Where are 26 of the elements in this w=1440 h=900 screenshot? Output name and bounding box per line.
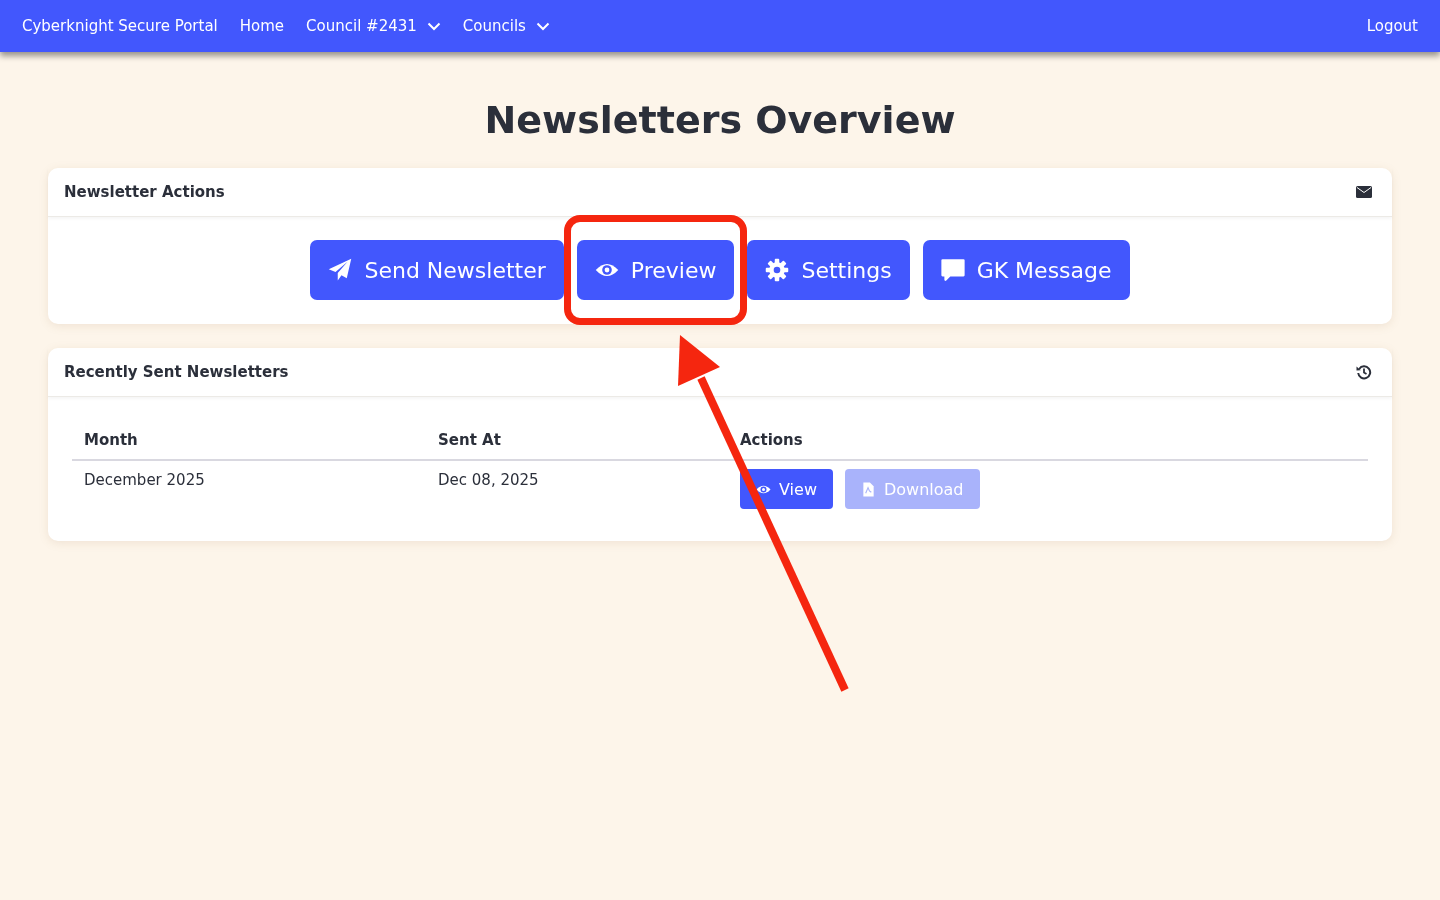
logout-link[interactable]: Logout: [1366, 17, 1418, 35]
action-button[interactable]: Send Newsletter: [310, 240, 564, 300]
table-cell: December 2025: [84, 471, 205, 489]
brand-link[interactable]: Cyberknight Secure Portal: [22, 17, 218, 35]
action-button[interactable]: GK Message: [922, 240, 1130, 300]
pdf-file-icon: [860, 481, 876, 497]
table-cell: Dec 08, 2025: [438, 471, 539, 489]
column-header: Month: [72, 421, 426, 460]
speech-bubble-icon: [940, 258, 965, 282]
row-action-button[interactable]: View: [740, 469, 833, 509]
nav-dropdown[interactable]: Council #2431: [306, 17, 441, 35]
gear-icon: [765, 258, 790, 282]
card-title: Newsletter Actions: [64, 183, 225, 201]
column-header: Actions: [740, 421, 1368, 460]
envelope-icon: [1356, 186, 1372, 198]
history-icon: [1356, 364, 1372, 380]
nav-link[interactable]: Home: [239, 17, 285, 35]
action-button[interactable]: Settings: [747, 240, 910, 300]
card-title: Recently Sent Newsletters: [64, 363, 289, 381]
action-button[interactable]: Preview: [576, 240, 735, 300]
column-header: Sent At: [426, 421, 740, 460]
paper-plane-icon: [328, 258, 353, 282]
chevron-down-icon: [426, 21, 441, 31]
nav-dropdown[interactable]: Councils: [462, 17, 550, 35]
chevron-down-icon: [535, 21, 550, 31]
page-title: Newsletters Overview: [483, 97, 957, 144]
